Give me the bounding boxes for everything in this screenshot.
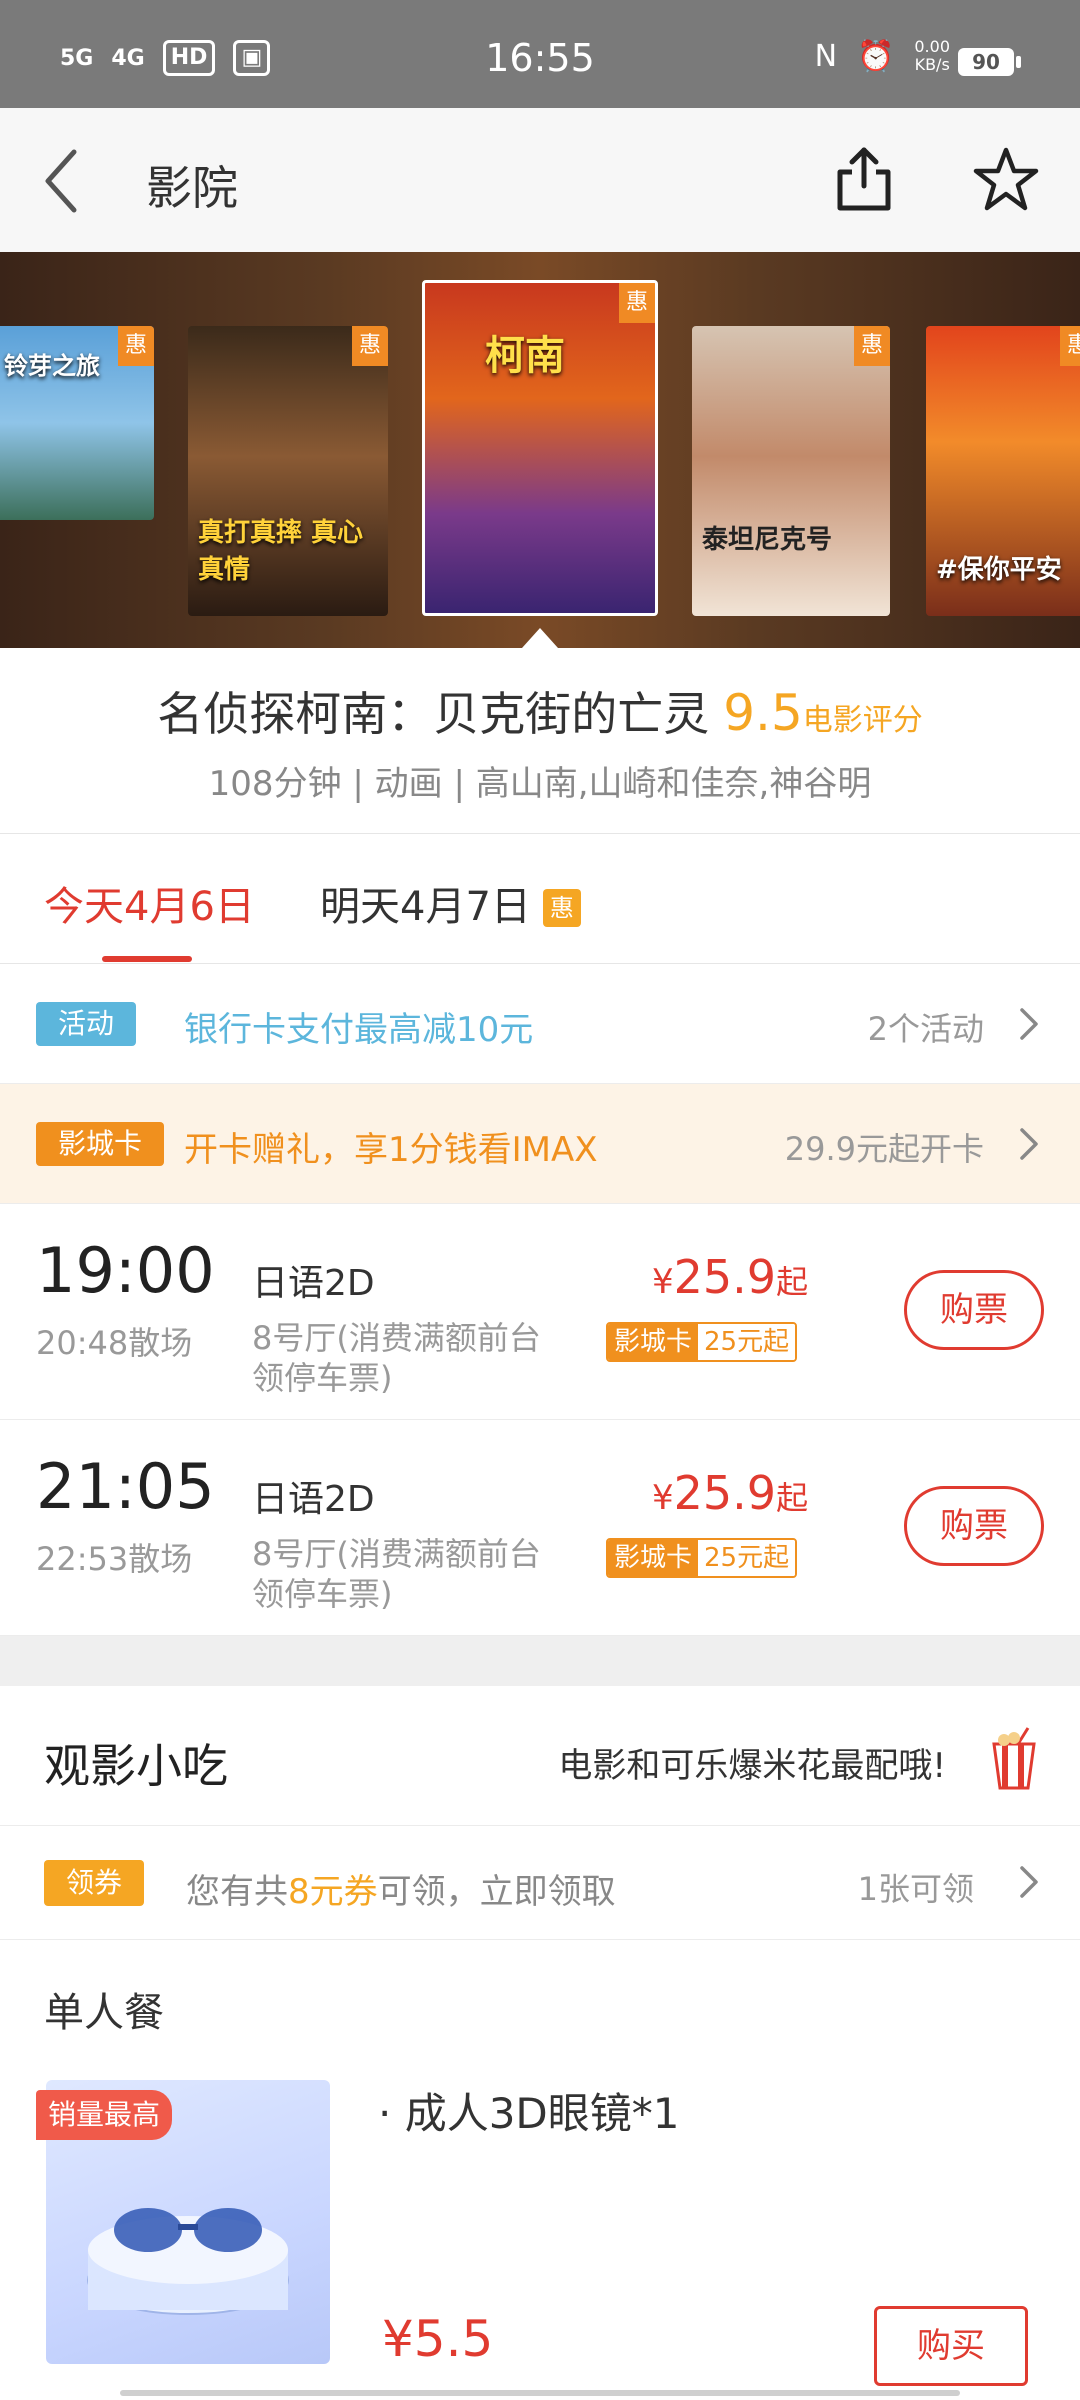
meal-buy-button[interactable]: 购买 (874, 2306, 1028, 2386)
activity-tag: 活动 (36, 1002, 137, 1046)
poster-badge: 惠 (854, 326, 890, 366)
meal-item-name: · 成人3D眼镜*1 (378, 2089, 680, 2138)
price-suffix: 起 (776, 1479, 809, 1517)
showtime-price: ¥25.9起 (652, 1250, 808, 1304)
cinema-card-price-badge: 影城卡 25元起 (606, 1538, 798, 1578)
active-tab-underline (102, 956, 192, 962)
movie-title-row: 名侦探柯南：贝克街的亡灵 9.5电影评分 (0, 678, 1080, 744)
showtime-end: 20:48散场 (36, 1324, 193, 1362)
coupon-suffix: 可领，立即领取 (377, 1872, 616, 1912)
promo-activity-row[interactable]: 活动 银行卡支付最高减10元 2个活动 (0, 964, 1080, 1084)
movie-info: 名侦探柯南：贝克街的亡灵 9.5电影评分 108分钟 | 动画 | 高山南,山崎和… (0, 648, 1080, 834)
poster-badge: 惠 (352, 326, 388, 366)
showtime-hall: 8号厅(消费满额前台领停车票) (252, 1535, 541, 1613)
poster-title: 真打真摔 真心真情 (198, 518, 364, 585)
showtime-start: 21:05 (36, 1450, 215, 1523)
chevron-right-icon (1020, 1008, 1038, 1040)
cinema-card-tag: 影城卡 (36, 1122, 165, 1166)
coupon-amount: 8元券 (288, 1872, 378, 1912)
promo-cinema-card-row[interactable]: 影城卡 开卡赠礼，享1分钱看IMAX 29.9元起开卡 (0, 1084, 1080, 1204)
page-title: 影院 (146, 161, 238, 215)
currency-symbol: ¥ (652, 1478, 674, 1518)
network-speed-unit: KB/s (914, 55, 950, 74)
status-right: N ⏰ 0.00 KB/s (815, 38, 950, 74)
favorite-star-icon[interactable] (972, 146, 1040, 212)
date-tabs: 今天4月6日 明天4月7日惠 (0, 834, 1080, 964)
poster-title: 柯南 (485, 333, 565, 379)
section-divider (0, 1636, 1080, 1686)
coupon-prefix: 您有共 (186, 1872, 288, 1912)
poster-title: 泰坦尼克号 (702, 525, 833, 555)
coupon-text: 您有共8元券可领，立即领取 (186, 1864, 616, 1913)
price-value: 25.9 (673, 1250, 777, 1304)
showtime-start: 19:00 (36, 1234, 215, 1307)
movie-title: 名侦探柯南：贝克街的亡灵 (157, 687, 710, 741)
nfc-icon: N (814, 38, 838, 74)
showtime-end: 22:53散场 (36, 1540, 193, 1578)
movie-meta: 108分钟 | 动画 | 高山南,山崎和佳奈,神谷明 (208, 764, 872, 804)
card-price-label: 影城卡 (608, 1540, 699, 1576)
poster-title: 铃芽之旅 (4, 352, 100, 380)
poster-card-selected[interactable]: 惠 柯南 (422, 280, 658, 616)
tab-tomorrow-label: 明天4月7日 (320, 884, 531, 930)
showtime-price: ¥25.9起 (652, 1466, 808, 1520)
poster-carousel[interactable]: 惠 铃芽之旅 惠 真打真摔 真心真情 惠 柯南 惠 泰坦尼克号 惠 #保你平安 (0, 252, 1080, 648)
movie-score-label: 电影评分 (802, 703, 923, 738)
card-price-label: 影城卡 (608, 1324, 699, 1360)
poster-card[interactable]: 惠 真打真摔 真心真情 (188, 326, 388, 616)
chevron-right-icon (1020, 1128, 1038, 1160)
buy-ticket-button[interactable]: 购票 (904, 1270, 1044, 1350)
currency-symbol: ¥ (652, 1262, 674, 1302)
poster-badge: 惠 (619, 283, 655, 323)
poster-card[interactable]: 惠 #保你平安 (926, 326, 1080, 616)
coupon-count: 1张可领 (857, 1870, 974, 1908)
tab-tomorrow[interactable]: 明天4月7日惠 (320, 874, 581, 932)
snacks-title: 观影小吃 (44, 1739, 228, 1793)
activity-count: 2个活动 (867, 1010, 984, 1048)
showtime-row[interactable]: 19:00 20:48散场 日语2D 8号厅(消费满额前台领停车票) ¥25.9… (0, 1204, 1080, 1420)
showtime-row[interactable]: 21:05 22:53散场 日语2D 8号厅(消费满额前台领停车票) ¥25.9… (0, 1420, 1080, 1636)
card-price-value: 25元起 (698, 1540, 796, 1576)
chevron-right-icon (1020, 1866, 1038, 1898)
buy-ticket-button[interactable]: 购票 (904, 1486, 1044, 1566)
activity-text: 银行卡支付最高减10元 (184, 1010, 534, 1050)
status-bar: 5G 4G HD ▣ 16:55 N ⏰ 0.00 KB/s 90 (0, 0, 1080, 108)
popcorn-cup-icon (992, 1727, 1036, 1790)
network-speed: 0.00 KB/s (914, 38, 950, 74)
alarm-icon: ⏰ (857, 38, 895, 74)
network-speed-value: 0.00 (914, 37, 950, 56)
home-indicator[interactable] (120, 2390, 960, 2396)
showtime-hall: 8号厅(消费满额前台领停车票) (252, 1319, 541, 1397)
poster-badge: 惠 (118, 326, 154, 366)
snacks-slogan: 电影和可乐爆米花最配哦! (558, 1746, 946, 1786)
cinema-card-price: 29.9元起开卡 (784, 1130, 984, 1168)
coupon-tag: 领券 (44, 1860, 145, 1906)
discount-badge: 惠 (542, 889, 581, 927)
cinema-card-price-badge: 影城卡 25元起 (606, 1322, 798, 1362)
card-price-value: 25元起 (698, 1324, 796, 1360)
meal-price: ¥5.5 (382, 2310, 494, 2368)
movie-score: 9.5 (723, 684, 803, 742)
poster-card[interactable]: 惠 铃芽之旅 (0, 326, 154, 520)
bestseller-badge: 销量最高 (36, 2090, 173, 2140)
poster-badge: 惠 (1060, 326, 1080, 366)
share-icon[interactable] (832, 144, 896, 214)
showtime-language: 日语2D (252, 1479, 375, 1520)
poster-card[interactable]: 惠 泰坦尼克号 (692, 326, 890, 616)
meal-section-label: 单人餐 (44, 1990, 164, 2036)
price-suffix: 起 (776, 1263, 809, 1301)
showtime-language: 日语2D (252, 1263, 375, 1304)
coupon-row[interactable]: 领券 您有共8元券可领，立即领取 1张可领 (0, 1826, 1080, 1940)
tab-today[interactable]: 今天4月6日 (44, 874, 255, 932)
cinema-card-text: 开卡赠礼，享1分钱看IMAX (184, 1130, 598, 1170)
snacks-header: 观影小吃 电影和可乐爆米花最配哦! (0, 1686, 1080, 1826)
price-value: 25.9 (673, 1466, 777, 1520)
title-bar: 影院 (0, 108, 1080, 252)
selected-indicator-arrow (522, 628, 558, 648)
poster-title: #保你平安 (936, 555, 1062, 585)
battery-icon: 90 (958, 48, 1021, 76)
back-arrow-icon[interactable] (40, 146, 100, 216)
